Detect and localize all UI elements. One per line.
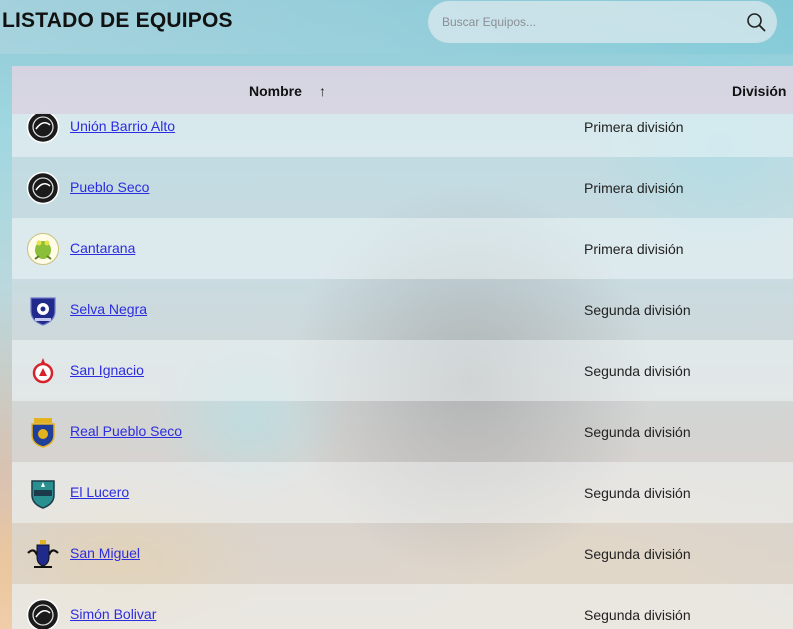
team-link[interactable]: El Lucero bbox=[70, 484, 129, 500]
table-row: Real Pueblo Seco Segunda división bbox=[12, 401, 793, 462]
team-link[interactable]: San Ignacio bbox=[70, 362, 144, 378]
frog-crest-icon bbox=[27, 233, 59, 265]
team-link[interactable]: San Miguel bbox=[70, 545, 140, 561]
division-cell: Primera división bbox=[584, 119, 684, 135]
team-link[interactable]: Unión Barrio Alto bbox=[70, 118, 175, 134]
search-box[interactable] bbox=[428, 1, 777, 43]
column-header-name[interactable]: Nombre bbox=[249, 83, 302, 99]
division-cell: Segunda división bbox=[584, 546, 691, 562]
division-cell: Primera división bbox=[584, 180, 684, 196]
team-link[interactable]: Real Pueblo Seco bbox=[70, 423, 182, 439]
team-link[interactable]: Pueblo Seco bbox=[70, 179, 149, 195]
red-emblem-icon bbox=[32, 358, 54, 384]
column-header-division[interactable]: División bbox=[732, 83, 786, 99]
dark-shield-icon bbox=[26, 598, 60, 629]
division-cell: Segunda división bbox=[584, 607, 691, 623]
search-input[interactable] bbox=[442, 12, 732, 32]
table-row: El Lucero Segunda división bbox=[12, 462, 793, 523]
dark-shield-icon bbox=[26, 110, 60, 144]
page-title: LISTADO DE EQUIPOS bbox=[2, 9, 233, 32]
sort-ascending-icon[interactable]: ↑ bbox=[319, 83, 326, 99]
blue-shield-icon bbox=[30, 297, 56, 326]
division-cell: Segunda división bbox=[584, 485, 691, 501]
table-row: Cantarana Primera división bbox=[12, 218, 793, 279]
table-row: Selva Negra Segunda división bbox=[12, 279, 793, 340]
division-cell: Segunda división bbox=[584, 424, 691, 440]
team-link[interactable]: Simón Bolivar bbox=[70, 606, 156, 622]
blue-gold-crest-icon bbox=[31, 418, 55, 448]
winged-crest-icon bbox=[27, 540, 59, 568]
team-link[interactable]: Selva Negra bbox=[70, 301, 147, 317]
division-cell: Segunda división bbox=[584, 363, 691, 379]
dark-shield-icon bbox=[26, 171, 60, 205]
table-row: Simón Bolivar Segunda división bbox=[12, 584, 793, 629]
teal-shield-icon bbox=[31, 480, 55, 509]
table-row: San Ignacio Segunda división bbox=[12, 340, 793, 401]
table-row: Pueblo Seco Primera división bbox=[12, 157, 793, 218]
table-header: Nombre ↑ División bbox=[12, 66, 793, 114]
team-link[interactable]: Cantarana bbox=[70, 240, 135, 256]
table-row: San Miguel Segunda división bbox=[12, 523, 793, 584]
search-icon[interactable] bbox=[745, 11, 767, 33]
division-cell: Segunda división bbox=[584, 302, 691, 318]
division-cell: Primera división bbox=[584, 241, 684, 257]
teams-table: Nombre ↑ División Unión Barrio Alto Prim… bbox=[12, 66, 793, 629]
